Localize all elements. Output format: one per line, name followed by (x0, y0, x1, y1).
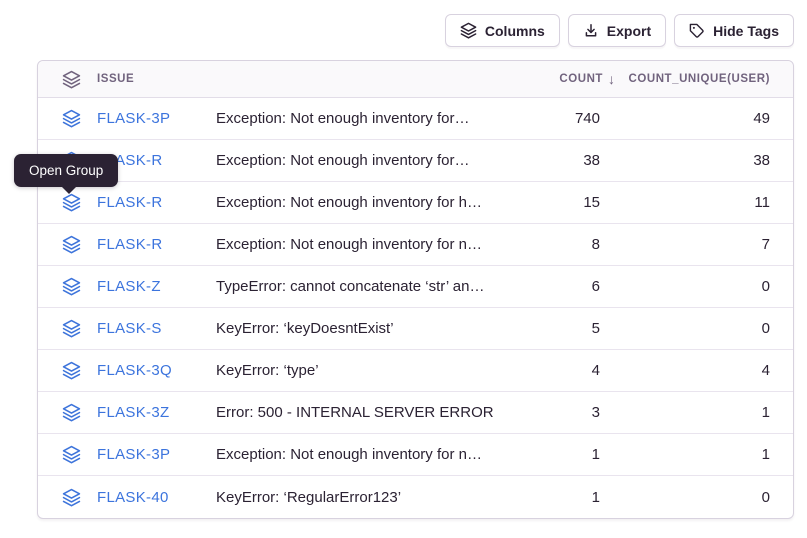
table-row[interactable]: FLASK-R Exception: Not enough inventory … (38, 182, 793, 224)
issue-title: KeyError: ‘type’ (216, 362, 516, 379)
open-group-tooltip: Open Group (14, 154, 118, 187)
table-row[interactable]: FLASK-Z TypeError: cannot concatenate ‘s… (38, 266, 793, 308)
issue-column-label: ISSUE (97, 73, 134, 85)
open-group-stack-icon[interactable] (62, 361, 81, 380)
table-row[interactable]: FLASK-S KeyError: ‘keyDoesntExist’ 5 0 (38, 308, 793, 350)
issue-link[interactable]: FLASK-3P (97, 110, 170, 127)
table-row[interactable]: FLASK-3Q KeyError: ‘type’ 4 4 (38, 350, 793, 392)
stack-icon (62, 70, 81, 89)
count-value: 4 (516, 362, 600, 379)
count-value: 1 (516, 489, 600, 506)
issue-link[interactable]: FLASK-3Z (97, 404, 169, 421)
table-row[interactable]: FLASK-3Z Error: 500 - INTERNAL SERVER ER… (38, 392, 793, 434)
issue-title: Exception: Not enough inventory for… (216, 110, 516, 127)
issue-title: Exception: Not enough inventory for n… (216, 236, 516, 253)
count-unique-value: 11 (600, 194, 770, 211)
open-group-stack-icon[interactable] (62, 109, 81, 128)
count-unique-value: 7 (600, 236, 770, 253)
count-value: 1 (516, 446, 600, 463)
issue-cell: FLASK-40 (62, 488, 216, 507)
count-column-header[interactable]: COUNT ↓ (516, 71, 600, 87)
tooltip-caret-icon (61, 186, 77, 194)
issue-link[interactable]: FLASK-40 (97, 489, 169, 506)
count-value: 8 (516, 236, 600, 253)
count-unique-value: 4 (600, 362, 770, 379)
hide-tags-button[interactable]: Hide Tags (674, 14, 794, 47)
stack-icon (460, 22, 477, 39)
open-group-tooltip-label: Open Group (29, 163, 103, 178)
open-group-stack-icon[interactable] (62, 193, 81, 212)
table-row[interactable]: FLASK-R Exception: Not enough inventory … (38, 140, 793, 182)
columns-button-label: Columns (485, 23, 545, 39)
table-row[interactable]: FLASK-3P Exception: Not enough inventory… (38, 434, 793, 476)
count-unique-value: 1 (600, 404, 770, 421)
export-button[interactable]: Export (568, 14, 666, 47)
open-group-stack-icon[interactable] (62, 235, 81, 254)
issue-title: TypeError: cannot concatenate ‘str’ an… (216, 278, 516, 295)
issue-title: Exception: Not enough inventory for… (216, 152, 516, 169)
issue-cell: FLASK-S (62, 319, 216, 338)
count-unique-value: 0 (600, 320, 770, 337)
count-column-label: COUNT (559, 73, 603, 85)
issue-cell: FLASK-3P (62, 445, 216, 464)
issue-link[interactable]: FLASK-Z (97, 278, 161, 295)
issue-cell: FLASK-3P (62, 109, 216, 128)
issues-table: ISSUE COUNT ↓ COUNT_UNIQUE(USER) FLASK-3… (37, 60, 794, 519)
issue-link[interactable]: FLASK-R (97, 194, 162, 211)
issue-cell: FLASK-R (62, 235, 216, 254)
issue-link[interactable]: FLASK-S (97, 320, 162, 337)
open-group-stack-icon[interactable] (62, 277, 81, 296)
issue-cell: FLASK-Z (62, 277, 216, 296)
count-value: 15 (516, 194, 600, 211)
open-group-stack-icon[interactable] (62, 445, 81, 464)
download-icon (583, 23, 599, 39)
table-header: ISSUE COUNT ↓ COUNT_UNIQUE(USER) (38, 61, 793, 98)
issue-link[interactable]: FLASK-R (97, 236, 162, 253)
table-body: FLASK-3P Exception: Not enough inventory… (38, 98, 793, 518)
issue-title: Error: 500 - INTERNAL SERVER ERROR (216, 404, 516, 421)
count-value: 6 (516, 278, 600, 295)
count-value: 5 (516, 320, 600, 337)
columns-button[interactable]: Columns (445, 14, 560, 47)
issue-title: Exception: Not enough inventory for n… (216, 446, 516, 463)
issue-cell: FLASK-3Q (62, 361, 216, 380)
count-unique-value: 1 (600, 446, 770, 463)
table-row[interactable]: FLASK-3P Exception: Not enough inventory… (38, 98, 793, 140)
issue-cell: FLASK-3Z (62, 403, 216, 422)
open-group-stack-icon[interactable] (62, 403, 81, 422)
tag-icon (689, 23, 705, 39)
count-unique-value: 38 (600, 152, 770, 169)
count-unique-column-header[interactable]: COUNT_UNIQUE(USER) (600, 73, 770, 85)
open-group-stack-icon[interactable] (62, 488, 81, 507)
count-unique-value: 0 (600, 278, 770, 295)
table-row[interactable]: FLASK-40 KeyError: ‘RegularError123’ 1 0 (38, 476, 793, 518)
issue-title: KeyError: ‘keyDoesntExist’ (216, 320, 516, 337)
toolbar: Columns Export Hide Tags (445, 14, 794, 47)
issue-cell: FLASK-R (62, 193, 216, 212)
issue-title: KeyError: ‘RegularError123’ (216, 489, 516, 506)
hide-tags-button-label: Hide Tags (713, 23, 779, 39)
issue-title: Exception: Not enough inventory for h… (216, 194, 516, 211)
count-value: 740 (516, 110, 600, 127)
table-row[interactable]: FLASK-R Exception: Not enough inventory … (38, 224, 793, 266)
issue-column-header[interactable]: ISSUE (62, 70, 216, 89)
count-value: 38 (516, 152, 600, 169)
export-button-label: Export (607, 23, 651, 39)
count-unique-value: 49 (600, 110, 770, 127)
open-group-stack-icon[interactable] (62, 319, 81, 338)
count-value: 3 (516, 404, 600, 421)
issue-link[interactable]: FLASK-3Q (97, 362, 172, 379)
count-unique-value: 0 (600, 489, 770, 506)
issue-link[interactable]: FLASK-3P (97, 446, 170, 463)
